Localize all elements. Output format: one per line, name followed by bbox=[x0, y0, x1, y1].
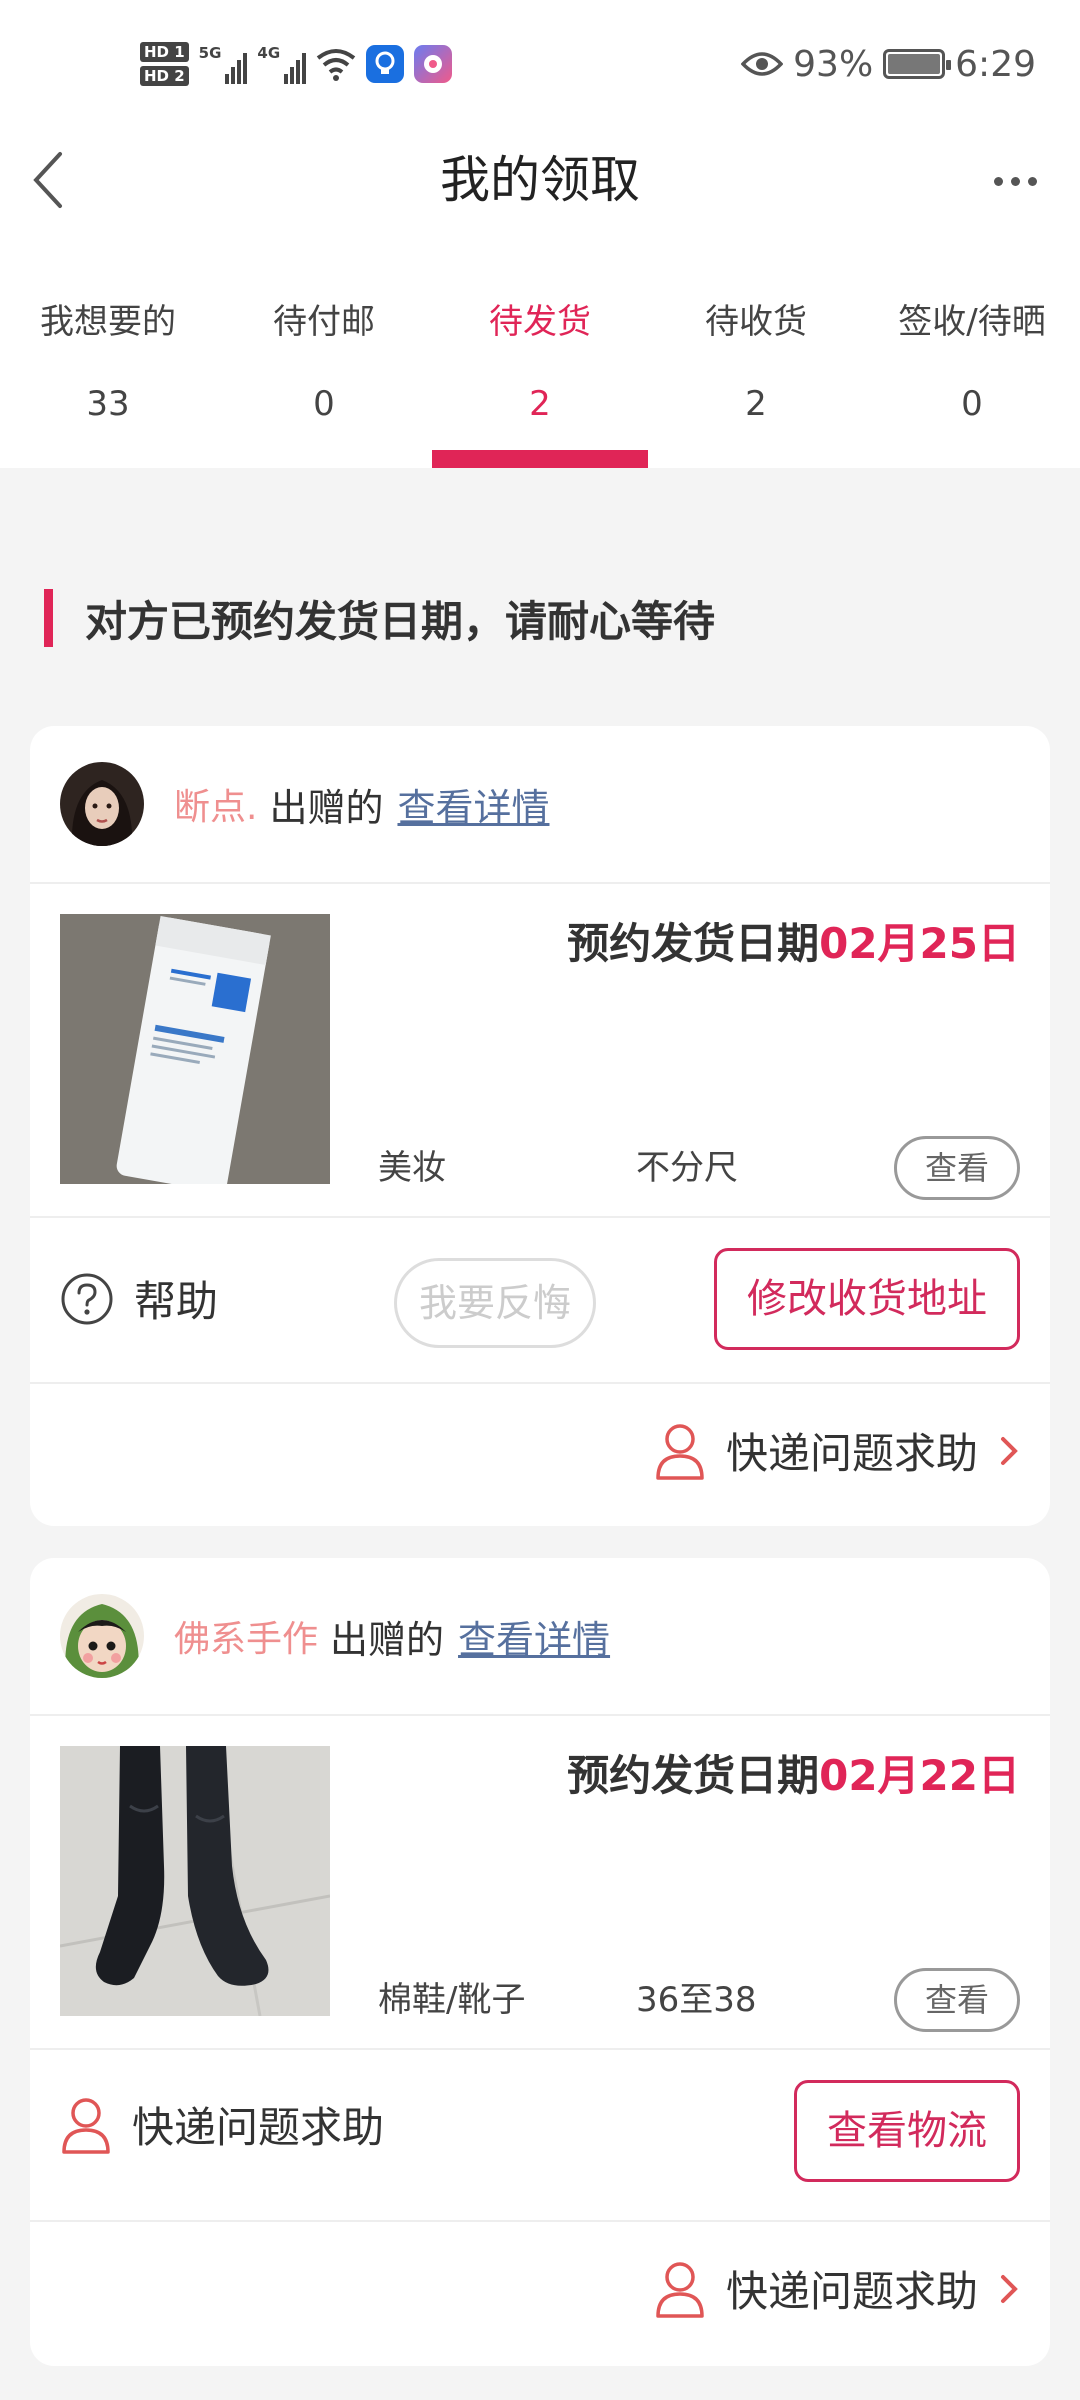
help-circle-icon bbox=[61, 1273, 113, 1324]
battery-percent: 93% bbox=[793, 43, 874, 85]
battery-icon bbox=[883, 49, 952, 79]
chat-app-icon bbox=[414, 45, 453, 83]
express-help-label: 快递问题求助 bbox=[132, 2103, 385, 2152]
page-title: 我的领取 bbox=[440, 151, 640, 209]
express-help-link[interactable]: 快递问题求助 bbox=[654, 2258, 1020, 2319]
tab-label: 待发货 bbox=[489, 302, 591, 342]
view-button[interactable]: 查看 bbox=[894, 1136, 1020, 1200]
status-right: 93% 6:29 bbox=[741, 36, 1036, 92]
tab-count: 0 bbox=[961, 384, 983, 424]
notice-text: 对方已预约发货日期，请耐心等待 bbox=[85, 596, 716, 646]
signal-4g-icon: 4G bbox=[257, 44, 307, 84]
express-help-row[interactable]: 快递问题求助 bbox=[30, 2222, 1050, 2362]
net1-label: 5G bbox=[198, 44, 222, 62]
express-help-label: 快递问题求助 bbox=[725, 2267, 978, 2316]
ship-date: 02月25日 bbox=[819, 919, 1020, 968]
gave-text: 出赠的 bbox=[269, 785, 384, 830]
product-image[interactable] bbox=[60, 1746, 330, 2016]
wifi-icon bbox=[316, 49, 356, 81]
seller-name[interactable]: 佛系手作 bbox=[174, 1610, 318, 1662]
product-row: 预约发货日期02月22日 棉鞋/靴子 36至38 查看 bbox=[30, 1716, 1050, 2050]
card-header: 佛系手作 出赠的 查看详情 bbox=[30, 1558, 1050, 1716]
tab-count: 2 bbox=[529, 384, 551, 424]
view-logistics-button[interactable]: 查看物流 bbox=[794, 2080, 1020, 2182]
help-label: 帮助 bbox=[134, 1277, 219, 1326]
tab-wanted[interactable]: 我想要的 33 bbox=[0, 290, 216, 468]
tab-pending-postage[interactable]: 待付邮 0 bbox=[216, 290, 432, 468]
hd-badges: HD 1 HD 2 bbox=[140, 42, 189, 86]
action-row: 快递问题求助 查看物流 bbox=[30, 2050, 1050, 2222]
ship-date: 02月22日 bbox=[819, 1751, 1020, 1800]
product-size: 36至38 bbox=[636, 1980, 757, 2020]
tab-label: 我想要的 bbox=[40, 302, 176, 342]
product-category: 棉鞋/靴子 bbox=[378, 1980, 526, 2020]
tab-label: 待付邮 bbox=[273, 302, 375, 342]
nav-header: 我的领取 bbox=[0, 130, 1080, 230]
signal-5g-icon: 5G bbox=[199, 44, 248, 84]
clock: 6:29 bbox=[955, 43, 1036, 85]
tab-pending-receipt[interactable]: 待收货 2 bbox=[648, 290, 864, 468]
avatar[interactable] bbox=[60, 1594, 144, 1678]
hd2-badge: HD 2 bbox=[140, 66, 189, 86]
change-address-button[interactable]: 修改收货地址 bbox=[714, 1248, 1020, 1350]
person-icon bbox=[656, 1423, 704, 1480]
chevron-right-icon bbox=[1001, 1436, 1018, 1465]
tab-label: 签收/待晒 bbox=[898, 302, 1046, 342]
tab-label: 待收货 bbox=[705, 302, 807, 342]
order-card: 断点. 出赠的 查看详情 预约发货日期02月25日 美妆 不分尺 查看 帮助 我… bbox=[30, 726, 1050, 1526]
person-icon bbox=[656, 2261, 704, 2318]
product-image[interactable] bbox=[60, 914, 330, 1184]
ship-label: 预约发货日期 bbox=[567, 1751, 820, 1800]
product-size: 不分尺 bbox=[636, 1148, 738, 1188]
person-icon bbox=[62, 2097, 110, 2154]
eye-icon bbox=[741, 52, 784, 76]
tab-signed[interactable]: 签收/待晒 0 bbox=[864, 290, 1080, 468]
status-bar: HD 1 HD 2 5G 4G 93% 6:29 bbox=[0, 0, 1080, 130]
express-help-label: 快递问题求助 bbox=[725, 1429, 978, 1478]
status-left: HD 1 HD 2 5G 4G bbox=[140, 36, 453, 92]
notice-banner: 对方已预约发货日期，请耐心等待 bbox=[44, 588, 715, 648]
tab-indicator bbox=[432, 450, 648, 468]
view-button[interactable]: 查看 bbox=[894, 1968, 1020, 2032]
more-options-icon[interactable] bbox=[980, 156, 1050, 206]
gave-text: 出赠的 bbox=[330, 1617, 445, 1662]
tab-count: 0 bbox=[313, 384, 335, 424]
scheduled-ship-date: 预约发货日期02月22日 bbox=[567, 1742, 1020, 1803]
status-tabs: 我想要的 33 待付邮 0 待发货 2 待收货 2 签收/待晒 0 bbox=[0, 290, 1080, 468]
ship-label: 预约发货日期 bbox=[567, 919, 820, 968]
tab-pending-shipment[interactable]: 待发货 2 bbox=[432, 290, 648, 468]
order-card: 佛系手作 出赠的 查看详情 预约发货日期02月22日 棉鞋/靴子 36至38 查… bbox=[30, 1558, 1050, 2366]
chevron-right-icon bbox=[1001, 2274, 1018, 2303]
avatar[interactable] bbox=[60, 762, 144, 846]
bulb-app-icon bbox=[366, 45, 405, 83]
express-help-link[interactable]: 快递问题求助 bbox=[654, 1420, 1020, 1481]
notice-accent-bar bbox=[44, 589, 53, 647]
seller-name[interactable]: 断点. bbox=[174, 778, 257, 830]
card-header: 断点. 出赠的 查看详情 bbox=[30, 726, 1050, 884]
product-category: 美妆 bbox=[378, 1148, 446, 1188]
regret-button[interactable]: 我要反悔 bbox=[394, 1258, 596, 1348]
express-help-row[interactable]: 快递问题求助 bbox=[30, 1384, 1050, 1524]
hd1-badge: HD 1 bbox=[140, 42, 189, 62]
tab-count: 33 bbox=[86, 384, 130, 424]
top-panel: HD 1 HD 2 5G 4G 93% 6:29 我的领取 我想要的 33 待付… bbox=[0, 0, 1080, 468]
express-help-button[interactable]: 快递问题求助 bbox=[60, 2094, 384, 2155]
scheduled-ship-date: 预约发货日期02月25日 bbox=[567, 910, 1020, 971]
net2-label: 4G bbox=[257, 44, 281, 62]
help-button[interactable]: 帮助 bbox=[60, 1268, 218, 1329]
tab-count: 2 bbox=[745, 384, 767, 424]
product-row: 预约发货日期02月25日 美妆 不分尺 查看 bbox=[30, 884, 1050, 1218]
view-details-link[interactable]: 查看详情 bbox=[397, 777, 549, 832]
view-details-link[interactable]: 查看详情 bbox=[458, 1609, 610, 1664]
action-row: 帮助 我要反悔 修改收货地址 bbox=[30, 1218, 1050, 1384]
